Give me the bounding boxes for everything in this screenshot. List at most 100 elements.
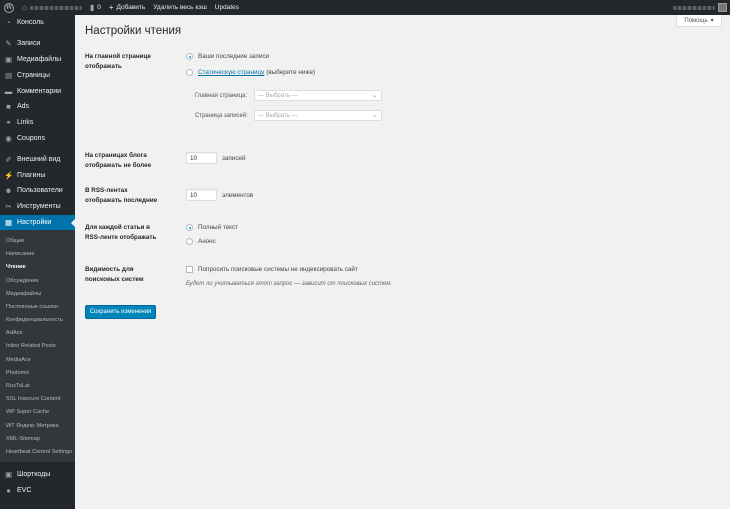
rss-items-input[interactable]: 10 (186, 189, 217, 201)
help-tab-button[interactable]: Помощь ▾ (676, 15, 722, 27)
posts-per-page-input[interactable]: 10 (186, 152, 217, 164)
main-content: Помощь ▾ Настройки чтения На главной стр… (75, 15, 730, 509)
sidebar-item-label: Комментарии (17, 87, 62, 95)
caret-down-icon: ▾ (710, 18, 714, 24)
sidebar-item-label: Настройки (17, 218, 52, 226)
shortcodes-icon: ▣ (4, 469, 13, 479)
static-page-hint: (выберите ниже) (266, 69, 316, 76)
sidebar-item-label: Страницы (17, 71, 50, 79)
sidebar-item-shortcodes[interactable]: ▣ Шорткоды (0, 467, 75, 483)
submenu-item[interactable]: Обсуждение (0, 274, 75, 287)
submenu-item[interactable]: Inline Related Posts (0, 340, 75, 353)
submenu-item[interactable]: WP Super Cache (0, 406, 75, 419)
submenu-item[interactable]: Общие (0, 234, 75, 247)
radio-static-page[interactable]: Статическую страницу (выберите ниже) (186, 69, 315, 76)
radio-full-text[interactable]: Полный текст (186, 224, 238, 231)
sidebar-item-evc[interactable]: ● EVC (0, 482, 75, 498)
sidebar-item-label: EVC (17, 486, 32, 494)
radio-unchecked-icon (186, 69, 193, 76)
radio-checked-icon (186, 53, 193, 60)
search-visibility-description: Будет ли учитываться этот запрос — завис… (186, 281, 393, 287)
tools-icon: ✂ (5, 202, 12, 212)
front-page-select[interactable]: — Выбрать — ⌄ (254, 90, 382, 101)
settings-icon: ▦ (4, 217, 13, 227)
sidebar-item-dashboard[interactable]: ◔ Консоль (0, 15, 75, 31)
sidebar-item-settings[interactable]: ▦ Настройки (0, 214, 75, 231)
evc-icon: ● (6, 485, 11, 495)
posts-per-page-label: На страницах блога отображать не более (85, 152, 152, 169)
submenu-item[interactable]: XML-Sitemap (0, 432, 75, 445)
updates-link[interactable]: Updates (211, 0, 243, 15)
sidebar-item-label: Пользователи (17, 187, 63, 195)
submenu-item[interactable]: Медиафайлы (0, 287, 75, 300)
new-content-menu[interactable]: + Добавить (105, 0, 149, 15)
radio-summary-label: Анонс (198, 238, 216, 245)
submenu-item[interactable]: Photomix (0, 366, 75, 379)
sidebar-item-label: Links (17, 119, 34, 127)
submenu-item[interactable]: AdAce (0, 327, 75, 340)
site-name-menu[interactable]: ⌂ (18, 0, 86, 15)
submenu-item[interactable]: Конфиденциальность (0, 313, 75, 326)
submenu-item[interactable]: RusToLat (0, 379, 75, 392)
site-name-blurred (29, 5, 82, 10)
submenu-item[interactable]: Постоянные ссылки (0, 300, 75, 313)
comments-menu[interactable]: ▮ 0 (86, 0, 105, 15)
sidebar-item-label: Инструменты (17, 203, 61, 211)
plus-icon: + (108, 3, 114, 12)
submenu-item[interactable]: SSL Insecure Content (0, 393, 75, 406)
page-title: Настройки чтения (85, 25, 182, 37)
avatar (718, 3, 727, 12)
sidebar-item-users[interactable]: ☻ Пользователи (0, 183, 75, 199)
static-page-link[interactable]: Статическую страницу (198, 69, 264, 76)
sidebar-item-label: Ads (17, 103, 30, 111)
home-icon: ⌂ (22, 3, 27, 12)
chevron-down-icon: ⌄ (371, 93, 377, 99)
submenu-item[interactable]: MediaAce (0, 353, 75, 366)
sidebar-item-pages[interactable]: ▤ Страницы (0, 67, 75, 83)
search-visibility-label: Видимость для поисковых систем (85, 266, 144, 283)
wordpress-logo-icon[interactable]: W (0, 0, 18, 15)
sidebar-item-label: Плагины (17, 171, 46, 179)
rss-items-label: В RSS-лентах отображать последние (85, 187, 158, 204)
radio-summary[interactable]: Анонс (186, 238, 216, 245)
admin-sidebar: ◔ Консоль ✎ Записи ▣ Медиафайлы ▤ Страницы ▬ Ком… (0, 15, 75, 509)
radio-checked-icon (186, 224, 193, 231)
radio-unchecked-icon (186, 238, 193, 245)
posts-page-select[interactable]: — Выбрать — ⌄ (254, 110, 382, 121)
sidebar-item-coupons[interactable]: ◉ Coupons (0, 131, 75, 147)
discourage-search-checkbox[interactable]: Попросить поисковые системы не индексиро… (186, 266, 358, 273)
help-label: Помощь (684, 17, 708, 24)
sidebar-item-ads[interactable]: ■ Ads (0, 99, 75, 115)
sidebar-item-links[interactable]: ⚭ Links (0, 115, 75, 131)
chevron-down-icon: ⌄ (371, 113, 377, 119)
sidebar-item-pin[interactable]: ✎ Записи (0, 36, 75, 52)
pages-icon: ▤ (4, 70, 13, 80)
media-icon: ▣ (4, 54, 13, 64)
submenu-item[interactable]: Heartbeat Control Settings (0, 445, 75, 458)
sidebar-item-plugins[interactable]: ⚡ Плагины (0, 167, 75, 183)
save-changes-button[interactable]: Сохранить изменения (85, 305, 156, 319)
sidebar-item-label: Шорткоды (17, 470, 51, 478)
username-blurred (673, 5, 715, 10)
submenu-item[interactable]: Чтение (0, 261, 75, 274)
add-label: Добавить (116, 4, 146, 11)
submenu-item[interactable]: Написание (0, 248, 75, 261)
radio-latest-posts[interactable]: Ваши последние записи (186, 53, 269, 60)
posts-page-select-value: — Выбрать — (258, 112, 298, 119)
rss-items-unit: элементов (222, 192, 254, 199)
sidebar-item-appearance[interactable]: ✐ Внешний вид (0, 151, 75, 167)
front-page-displays-label: На главной странице отображать (85, 53, 151, 70)
settings-submenu: Общие Написание Чтение Обсуждение Медиафайлы… (0, 230, 75, 462)
sidebar-item-comments[interactable]: ▬ Комментарии (0, 83, 75, 99)
posts-page-select-label: Страница записей: (195, 113, 248, 119)
admin-bar: W ⌂ ▮ 0 + Добавить Удалить весь кэш Upda… (0, 0, 730, 15)
sidebar-item-tools[interactable]: ✂ Инструменты (0, 199, 75, 215)
submenu-item[interactable]: WT Яндекс Метрика (0, 419, 75, 432)
comments-count: 0 (97, 4, 101, 11)
sidebar-item-label: Coupons (17, 134, 46, 142)
clear-cache-label: Удалить весь кэш (153, 4, 207, 11)
sidebar-item-media[interactable]: ▣ Медиафайлы (0, 52, 75, 68)
user-account-menu[interactable] (673, 0, 727, 15)
users-icon: ☻ (4, 186, 13, 196)
clear-cache-link[interactable]: Удалить весь кэш (149, 0, 211, 15)
